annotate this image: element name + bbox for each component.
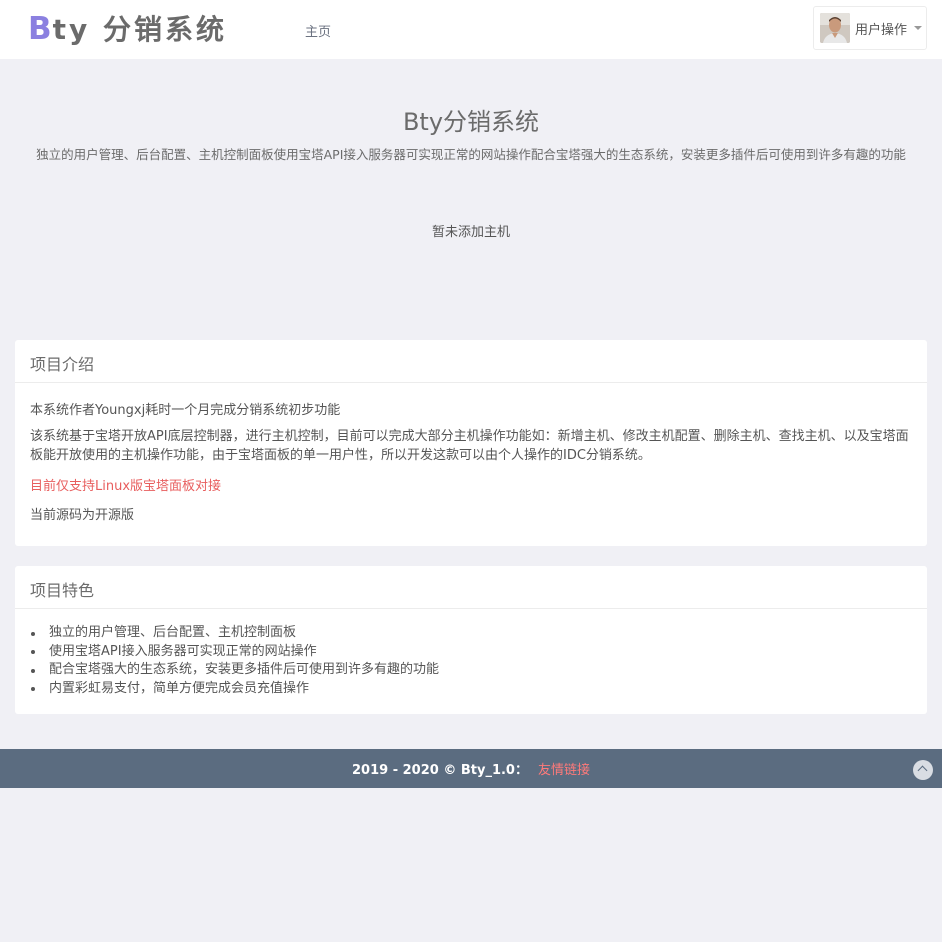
list-item: 使用宝塔API接入服务器可实现正常的网站操作 <box>30 643 439 662</box>
friend-links-link[interactable]: 友情链接 <box>538 759 590 778</box>
top-navbar: B ty 分销系统 主页 用户操作 <box>0 0 942 59</box>
user-menu-label: 用户操作 <box>855 22 908 38</box>
page-footer: 2019 - 2020 © Bty_1.0： 友情链接 <box>0 749 942 788</box>
caret-down-icon <box>914 26 923 30</box>
features-list: 独立的用户管理、后台配置、主机控制面板 使用宝塔API接入服务器可实现正常的网站… <box>30 624 439 699</box>
logo-initial: B <box>28 11 53 47</box>
intro-support-notice: 目前仅支持Linux版宝塔面板对接 <box>30 479 222 494</box>
avatar-photo-icon <box>820 13 850 43</box>
hero-description: 独立的用户管理、后台配置、主机控制面板使用宝塔API接入服务器可实现正常的网站操… <box>36 147 906 162</box>
features-card: 项目特色 独立的用户管理、后台配置、主机控制面板 使用宝塔API接入服务器可实现… <box>15 566 927 714</box>
site-logo[interactable]: B ty 分销系统 <box>28 8 227 48</box>
empty-hosts-message: 暂未添加主机 <box>431 225 510 240</box>
intro-card: 项目介绍 本系统作者Youngxj耗时一个月完成分销系统初步功能 该系统基于宝塔… <box>15 340 927 546</box>
user-menu-button[interactable]: 用户操作 <box>813 6 927 50</box>
list-item: 独立的用户管理、后台配置、主机控制面板 <box>30 624 439 643</box>
back-to-top-button[interactable] <box>913 760 933 780</box>
intro-open-source-text: 当前源码为开源版 <box>30 508 135 523</box>
logo-text: ty 分销系统 <box>52 13 228 46</box>
footer-copyright: 2019 - 2020 © Bty_1.0： <box>351 763 528 778</box>
nav-home-link[interactable]: 主页 <box>305 21 331 40</box>
list-item: 内置彩虹易支付，简单方便完成会员充值操作 <box>30 680 439 699</box>
user-avatar <box>820 13 850 43</box>
intro-card-title: 项目介绍 <box>15 340 927 383</box>
intro-author-text: 本系统作者Youngxj耗时一个月完成分销系统初步功能 <box>30 403 341 418</box>
hero-title: Bty分销系统 <box>402 108 540 136</box>
list-item: 配合宝塔强大的生态系统，安装更多插件后可使用到许多有趣的功能 <box>30 661 439 680</box>
features-card-title: 项目特色 <box>15 566 927 609</box>
intro-description-text: 该系统基于宝塔开放API底层控制器，进行主机控制，目前可以完成大部分主机操作功能… <box>30 429 909 463</box>
